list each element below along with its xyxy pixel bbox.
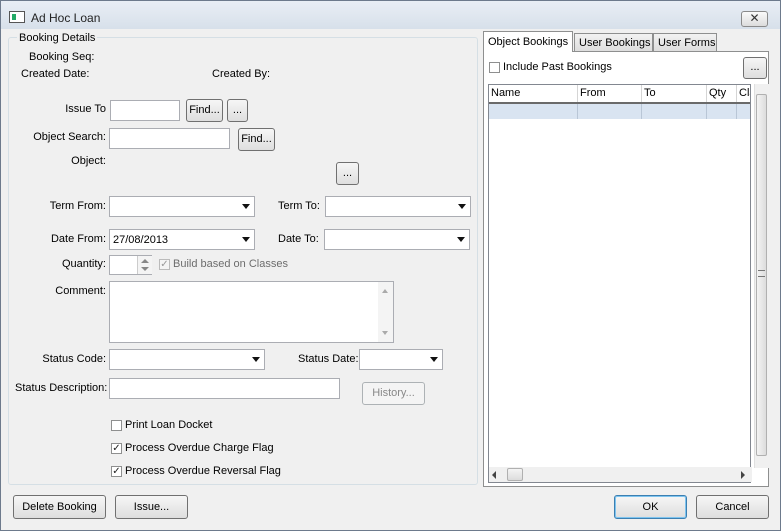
comment-label: Comment: <box>55 285 106 297</box>
term-to-dropdown[interactable] <box>325 196 471 217</box>
status-date-picker[interactable] <box>359 349 443 370</box>
issue-to-find-button[interactable]: Find... <box>186 99 223 122</box>
overdue-reversal-checkbox[interactable]: ✓ <box>111 466 122 477</box>
column-header-name[interactable]: Name <box>489 85 578 102</box>
build-on-classes-checkbox[interactable]: ✓ <box>159 259 170 270</box>
app-icon <box>9 11 25 23</box>
chevron-down-icon <box>457 237 465 242</box>
grip-icon <box>758 270 765 277</box>
term-from-dropdown[interactable] <box>109 196 255 217</box>
object-bookings-more-button[interactable]: ... <box>743 57 767 79</box>
date-to-picker[interactable] <box>324 229 470 250</box>
created-date-label: Created Date: <box>21 68 90 80</box>
close-button[interactable]: ✕ <box>741 11 768 27</box>
object-label: Object: <box>71 155 106 167</box>
quantity-stepper[interactable] <box>109 255 152 275</box>
object-search-find-button[interactable]: Find... <box>238 128 275 151</box>
tab-object-bookings[interactable]: Object Bookings <box>483 31 573 52</box>
ok-button[interactable]: OK <box>614 495 687 519</box>
chevron-down-icon <box>242 204 250 209</box>
scroll-up-icon[interactable] <box>382 289 388 293</box>
window-title: Ad Hoc Loan <box>31 11 101 25</box>
chevron-down-icon <box>242 237 250 242</box>
date-from-picker[interactable]: 27/08/2013 <box>109 229 255 250</box>
spin-up-icon[interactable] <box>141 259 149 263</box>
cancel-button[interactable]: Cancel <box>696 495 769 519</box>
table-horizontal-scrollbar[interactable] <box>489 467 752 482</box>
column-header-class[interactable]: Cla <box>737 85 750 102</box>
scroll-right-icon[interactable] <box>741 471 745 479</box>
print-loan-docket-checkbox[interactable] <box>111 420 122 431</box>
chevron-down-icon <box>252 357 260 362</box>
table-row[interactable] <box>489 102 750 119</box>
issue-to-browse-button[interactable]: ... <box>227 99 248 122</box>
date-from-label: Date From: <box>50 233 106 245</box>
comment-textarea[interactable] <box>109 281 394 343</box>
column-header-to[interactable]: To <box>642 85 707 102</box>
chevron-down-icon <box>458 204 466 209</box>
created-by-label: Created By: <box>212 68 271 80</box>
column-header-from[interactable]: From <box>578 85 642 102</box>
table-vertical-scrollbar[interactable] <box>754 84 769 468</box>
spin-down-icon[interactable] <box>141 267 149 271</box>
build-on-classes-label: Build based on Classes <box>173 258 288 270</box>
overdue-reversal-label: Process Overdue Reversal Flag <box>125 465 281 477</box>
status-code-dropdown[interactable] <box>109 349 265 370</box>
print-loan-docket-label: Print Loan Docket <box>125 419 213 431</box>
booking-seq-label: Booking Seq: <box>29 51 95 63</box>
object-search-label: Object Search: <box>33 131 106 143</box>
object-search-field[interactable] <box>109 128 230 149</box>
date-to-label: Date To: <box>278 233 319 245</box>
scroll-down-icon[interactable] <box>382 331 388 335</box>
status-description-label: Status Description: <box>15 382 108 394</box>
column-header-qty[interactable]: Qty <box>707 85 737 102</box>
issue-button[interactable]: Issue... <box>115 495 188 519</box>
ad-hoc-loan-window: Ad Hoc Loan ✕ Booking Details Booking Se… <box>0 0 781 531</box>
quantity-spin-buttons[interactable] <box>137 256 152 274</box>
scroll-left-icon[interactable] <box>492 471 496 479</box>
quantity-label: Quantity: <box>61 258 106 270</box>
tab-user-forms[interactable]: User Forms <box>653 33 717 52</box>
overdue-charge-checkbox[interactable]: ✓ <box>111 443 122 454</box>
include-past-bookings-checkbox[interactable] <box>489 62 500 73</box>
object-bookings-table: Name From To Qty Cla <box>488 84 751 483</box>
horizontal-scroll-thumb[interactable] <box>507 468 523 481</box>
title-bar: Ad Hoc Loan ✕ <box>1 1 780 29</box>
status-date-label: Status Date: <box>298 353 359 365</box>
close-icon[interactable]: ✕ <box>749 11 759 25</box>
issue-to-label: Issue To <box>65 103 106 115</box>
delete-booking-button[interactable]: Delete Booking <box>13 495 106 519</box>
include-past-bookings-label: Include Past Bookings <box>503 61 612 73</box>
booking-details-legend: Booking Details <box>17 32 98 44</box>
issue-to-field[interactable] <box>110 100 180 121</box>
overdue-charge-label: Process Overdue Charge Flag <box>125 442 274 454</box>
chevron-down-icon <box>430 357 438 362</box>
object-browse-button[interactable]: ... <box>336 162 359 185</box>
status-description-field[interactable] <box>109 378 340 399</box>
comment-scrollbar[interactable] <box>378 282 393 342</box>
status-code-label: Status Code: <box>42 353 106 365</box>
tab-user-bookings[interactable]: User Bookings <box>574 33 653 52</box>
term-from-label: Term From: <box>49 200 106 212</box>
history-button[interactable]: History... <box>362 382 425 405</box>
term-to-label: Term To: <box>278 200 320 212</box>
